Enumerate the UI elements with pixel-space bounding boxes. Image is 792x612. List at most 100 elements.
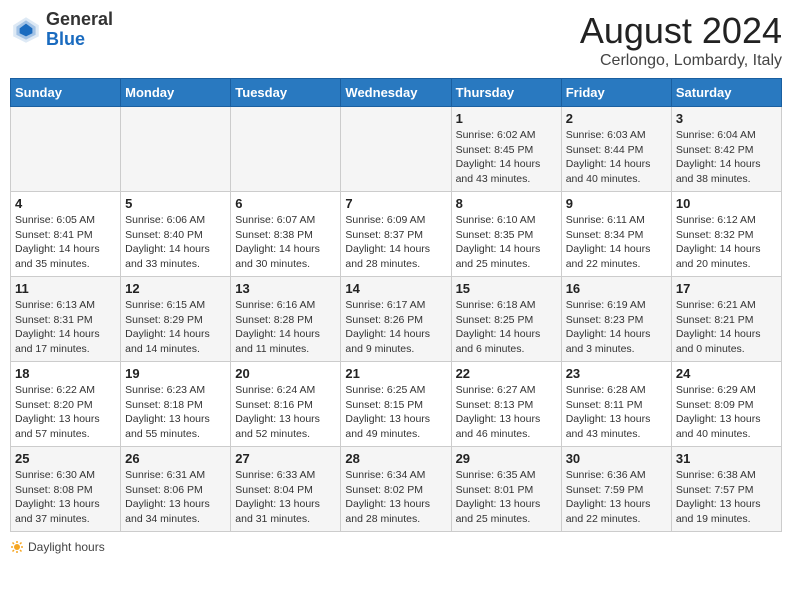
day-info: Sunrise: 6:18 AMSunset: 8:25 PMDaylight:… <box>456 298 557 357</box>
day-number: 25 <box>15 451 116 466</box>
day-info: Sunrise: 6:15 AMSunset: 8:29 PMDaylight:… <box>125 298 226 357</box>
weekday-header: Saturday <box>671 79 781 107</box>
logo-general: General <box>46 9 113 29</box>
page-header: General Blue August 2024 Cerlongo, Lomba… <box>10 10 782 70</box>
day-number: 16 <box>566 281 667 296</box>
day-info: Sunrise: 6:07 AMSunset: 8:38 PMDaylight:… <box>235 213 336 272</box>
day-number: 31 <box>676 451 777 466</box>
calendar-cell: 24 Sunrise: 6:29 AMSunset: 8:09 PMDayligh… <box>671 362 781 447</box>
calendar-cell: 23 Sunrise: 6:28 AMSunset: 8:11 PMDayligh… <box>561 362 671 447</box>
day-number: 4 <box>15 196 116 211</box>
day-number: 20 <box>235 366 336 381</box>
calendar-cell: 12 Sunrise: 6:15 AMSunset: 8:29 PMDayligh… <box>121 277 231 362</box>
day-info: Sunrise: 6:35 AMSunset: 8:01 PMDaylight:… <box>456 468 557 527</box>
calendar-cell <box>341 107 451 192</box>
day-info: Sunrise: 6:17 AMSunset: 8:26 PMDaylight:… <box>345 298 446 357</box>
day-number: 23 <box>566 366 667 381</box>
day-number: 12 <box>125 281 226 296</box>
daylight-text: Daylight hours <box>28 540 105 554</box>
day-info: Sunrise: 6:27 AMSunset: 8:13 PMDaylight:… <box>456 383 557 442</box>
day-info: Sunrise: 6:12 AMSunset: 8:32 PMDaylight:… <box>676 213 777 272</box>
day-info: Sunrise: 6:19 AMSunset: 8:23 PMDaylight:… <box>566 298 667 357</box>
calendar-cell: 13 Sunrise: 6:16 AMSunset: 8:28 PMDayligh… <box>231 277 341 362</box>
location: Cerlongo, Lombardy, Italy <box>580 52 782 70</box>
calendar-cell: 10 Sunrise: 6:12 AMSunset: 8:32 PMDayligh… <box>671 192 781 277</box>
day-number: 15 <box>456 281 557 296</box>
daylight-label: Daylight hours <box>10 540 105 554</box>
day-number: 1 <box>456 111 557 126</box>
day-info: Sunrise: 6:02 AMSunset: 8:45 PMDaylight:… <box>456 128 557 187</box>
calendar-cell: 14 Sunrise: 6:17 AMSunset: 8:26 PMDayligh… <box>341 277 451 362</box>
calendar-cell: 3 Sunrise: 6:04 AMSunset: 8:42 PMDaylight… <box>671 107 781 192</box>
weekday-header: Tuesday <box>231 79 341 107</box>
day-number: 2 <box>566 111 667 126</box>
day-info: Sunrise: 6:24 AMSunset: 8:16 PMDaylight:… <box>235 383 336 442</box>
calendar-cell: 7 Sunrise: 6:09 AMSunset: 8:37 PMDaylight… <box>341 192 451 277</box>
weekday-header: Friday <box>561 79 671 107</box>
day-info: Sunrise: 6:05 AMSunset: 8:41 PMDaylight:… <box>15 213 116 272</box>
calendar-cell <box>231 107 341 192</box>
sun-icon <box>10 540 24 554</box>
day-number: 21 <box>345 366 446 381</box>
calendar-week-row: 4 Sunrise: 6:05 AMSunset: 8:41 PMDaylight… <box>11 192 782 277</box>
calendar-cell: 6Sunrise: 6:07 AMSunset: 8:38 PMDaylight… <box>231 192 341 277</box>
calendar-cell: 11Sunrise: 6:13 AMSunset: 8:31 PMDayligh… <box>11 277 121 362</box>
day-info: Sunrise: 6:09 AMSunset: 8:37 PMDaylight:… <box>345 213 446 272</box>
calendar-cell: 1 Sunrise: 6:02 AMSunset: 8:45 PMDaylight… <box>451 107 561 192</box>
title-block: August 2024 Cerlongo, Lombardy, Italy <box>580 10 782 70</box>
weekday-header-row: SundayMondayTuesdayWednesdayThursdayFrid… <box>11 79 782 107</box>
day-number: 27 <box>235 451 336 466</box>
day-number: 10 <box>676 196 777 211</box>
calendar-cell: 16 Sunrise: 6:19 AMSunset: 8:23 PMDayligh… <box>561 277 671 362</box>
day-number: 17 <box>676 281 777 296</box>
day-number: 3 <box>676 111 777 126</box>
calendar-cell: 17Sunrise: 6:21 AMSunset: 8:21 PMDayligh… <box>671 277 781 362</box>
day-number: 7 <box>345 196 446 211</box>
calendar-cell: 26Sunrise: 6:31 AMSunset: 8:06 PMDayligh… <box>121 447 231 532</box>
day-number: 19 <box>125 366 226 381</box>
day-number: 11 <box>15 281 116 296</box>
calendar-cell: 27 Sunrise: 6:33 AMSunset: 8:04 PMDayligh… <box>231 447 341 532</box>
day-number: 26 <box>125 451 226 466</box>
day-number: 22 <box>456 366 557 381</box>
weekday-header: Wednesday <box>341 79 451 107</box>
day-number: 9 <box>566 196 667 211</box>
day-info: Sunrise: 6:16 AMSunset: 8:28 PMDaylight:… <box>235 298 336 357</box>
logo-blue: Blue <box>46 29 85 49</box>
day-number: 24 <box>676 366 777 381</box>
calendar-cell: 25 Sunrise: 6:30 AMSunset: 8:08 PMDayligh… <box>11 447 121 532</box>
calendar-table: SundayMondayTuesdayWednesdayThursdayFrid… <box>10 78 782 532</box>
day-info: Sunrise: 6:10 AMSunset: 8:35 PMDaylight:… <box>456 213 557 272</box>
day-info: Sunrise: 6:33 AMSunset: 8:04 PMDaylight:… <box>235 468 336 527</box>
day-info: Sunrise: 6:30 AMSunset: 8:08 PMDaylight:… <box>15 468 116 527</box>
calendar-week-row: 18 Sunrise: 6:22 AMSunset: 8:20 PMDayligh… <box>11 362 782 447</box>
day-info: Sunrise: 6:34 AMSunset: 8:02 PMDaylight:… <box>345 468 446 527</box>
day-number: 29 <box>456 451 557 466</box>
calendar-cell: 20 Sunrise: 6:24 AMSunset: 8:16 PMDayligh… <box>231 362 341 447</box>
day-number: 13 <box>235 281 336 296</box>
calendar-week-row: 11Sunrise: 6:13 AMSunset: 8:31 PMDayligh… <box>11 277 782 362</box>
month-title: August 2024 <box>580 10 782 52</box>
day-info: Sunrise: 6:23 AMSunset: 8:18 PMDaylight:… <box>125 383 226 442</box>
weekday-header: Monday <box>121 79 231 107</box>
calendar-cell <box>11 107 121 192</box>
calendar-cell: 5Sunrise: 6:06 AMSunset: 8:40 PMDaylight… <box>121 192 231 277</box>
calendar-cell: 9Sunrise: 6:11 AMSunset: 8:34 PMDaylight… <box>561 192 671 277</box>
day-number: 14 <box>345 281 446 296</box>
calendar-cell: 18 Sunrise: 6:22 AMSunset: 8:20 PMDayligh… <box>11 362 121 447</box>
day-number: 18 <box>15 366 116 381</box>
calendar-cell: 19 Sunrise: 6:23 AMSunset: 8:18 PMDayligh… <box>121 362 231 447</box>
calendar-cell: 29 Sunrise: 6:35 AMSunset: 8:01 PMDayligh… <box>451 447 561 532</box>
calendar-cell <box>121 107 231 192</box>
day-info: Sunrise: 6:28 AMSunset: 8:11 PMDaylight:… <box>566 383 667 442</box>
day-info: Sunrise: 6:04 AMSunset: 8:42 PMDaylight:… <box>676 128 777 187</box>
calendar-cell: 8Sunrise: 6:10 AMSunset: 8:35 PMDaylight… <box>451 192 561 277</box>
logo-text: General Blue <box>46 10 113 50</box>
calendar-cell: 4 Sunrise: 6:05 AMSunset: 8:41 PMDaylight… <box>11 192 121 277</box>
day-info: Sunrise: 6:29 AMSunset: 8:09 PMDaylight:… <box>676 383 777 442</box>
logo: General Blue <box>10 10 113 50</box>
day-info: Sunrise: 6:03 AMSunset: 8:44 PMDaylight:… <box>566 128 667 187</box>
day-info: Sunrise: 6:22 AMSunset: 8:20 PMDaylight:… <box>15 383 116 442</box>
calendar-cell: 31Sunrise: 6:38 AMSunset: 7:57 PMDayligh… <box>671 447 781 532</box>
day-info: Sunrise: 6:25 AMSunset: 8:15 PMDaylight:… <box>345 383 446 442</box>
